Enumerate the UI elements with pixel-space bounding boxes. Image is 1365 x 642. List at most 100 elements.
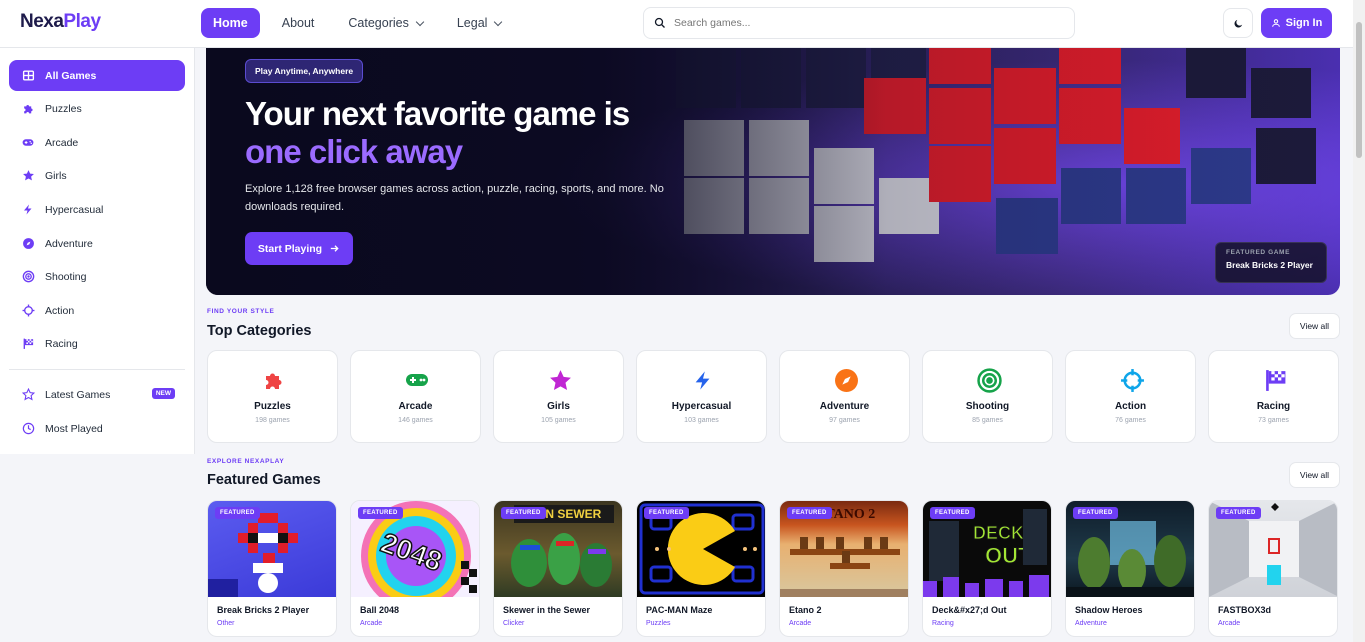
gamepad-icon	[404, 367, 430, 393]
category-card-puzzles[interactable]: Puzzles 198 games	[207, 350, 338, 443]
game-card[interactable]: ER IN SEWER FEATURED Skewer in the Sewer…	[493, 500, 623, 637]
compass-icon	[21, 237, 35, 251]
sidebar-item-latest-games[interactable]: Latest Games NEW	[9, 379, 185, 410]
game-thumbnail: FEATURED	[208, 501, 336, 597]
page-scrollbar[interactable]	[1353, 0, 1365, 642]
game-name: FASTBOX3d	[1218, 605, 1272, 615]
game-card[interactable]: FEATURED FASTBOX3d Arcade	[1208, 500, 1338, 637]
game-card[interactable]: 2048 FEATURED Ball 2048 Arcade	[350, 500, 480, 637]
category-name: Arcade	[398, 401, 433, 412]
puzzle-icon	[21, 102, 35, 116]
game-category[interactable]: Other	[217, 620, 235, 627]
sign-in-button[interactable]: Sign In	[1261, 8, 1332, 38]
crosshair-icon	[21, 304, 35, 318]
start-playing-label: Start Playing	[257, 242, 323, 255]
featured-tag: FEATURED	[1216, 507, 1261, 519]
game-category[interactable]: Clicker	[503, 620, 524, 627]
sidebar-item-action[interactable]: Action	[9, 295, 185, 326]
game-name: PAC-MAN Maze	[646, 605, 713, 615]
category-count: 85 games	[972, 417, 1003, 424]
sidebar-item-most-played[interactable]: Most Played	[9, 413, 185, 444]
game-category[interactable]: Adventure	[1075, 620, 1107, 627]
sidebar-item-label: Arcade	[45, 136, 79, 149]
star-icon	[547, 367, 573, 393]
category-card-hypercasual[interactable]: Hypercasual 103 games	[636, 350, 767, 443]
game-thumbnail: FEATURED	[637, 501, 765, 597]
star-icon	[21, 169, 35, 183]
category-count: 198 games	[255, 417, 290, 424]
category-name: Action	[1114, 401, 1147, 412]
category-count: 103 games	[684, 417, 719, 424]
game-category[interactable]: Arcade	[1218, 620, 1240, 627]
sidebar-item-racing[interactable]: Racing	[9, 328, 185, 359]
category-card-racing[interactable]: Racing 73 games	[1208, 350, 1339, 443]
top-header: NexaPlay Home About Categories Legal Sig…	[0, 0, 1365, 48]
nav-legal[interactable]: Legal	[445, 8, 514, 38]
search-box[interactable]	[643, 7, 1075, 39]
sidebar-item-label: Racing	[45, 337, 78, 350]
sidebar-item-label: Most Played	[45, 422, 103, 435]
game-thumbnail: 2048 FEATURED	[351, 501, 479, 597]
category-card-adventure[interactable]: Adventure 97 games	[779, 350, 910, 443]
game-category[interactable]: Arcade	[360, 620, 382, 627]
chevron-down-icon	[415, 17, 425, 26]
sidebar-item-girls[interactable]: Girls	[9, 160, 185, 191]
target-icon	[21, 270, 35, 284]
sidebar-item-hypercasual[interactable]: Hypercasual	[9, 194, 185, 225]
game-thumbnail: FEATURED	[1209, 501, 1337, 597]
game-card[interactable]: FEATURED Shadow Heroes Adventure	[1065, 500, 1195, 637]
nav-categories-label: Categories	[348, 16, 409, 30]
hero-banner: Play Anytime, Anywhere Your next favorit…	[206, 48, 1340, 295]
scrollbar-thumb[interactable]	[1356, 22, 1362, 158]
sidebar-item-label: All Games	[45, 69, 97, 82]
compass-icon	[833, 367, 859, 393]
featured-eyebrow: EXPLORE NEXAPLAY	[207, 458, 285, 465]
sidebar-item-label: Puzzles	[45, 102, 82, 115]
user-icon	[1271, 19, 1280, 27]
game-card[interactable]: DECK'D OUT FEATURED Deck&#x27;d Out Raci…	[922, 500, 1052, 637]
game-name: Etano 2	[789, 605, 822, 615]
category-card-girls[interactable]: Girls 105 games	[493, 350, 624, 443]
sidebar-item-label: Adventure	[45, 237, 93, 250]
game-thumbnail: ETANO 2 FEATURED	[780, 501, 908, 597]
category-name: Adventure	[819, 401, 870, 412]
categories-eyebrow: FIND YOUR STYLE	[207, 308, 275, 315]
search-icon	[654, 17, 665, 28]
theme-toggle-button[interactable]	[1223, 8, 1253, 38]
game-card[interactable]: FEATURED Break Bricks 2 Player Other	[207, 500, 337, 637]
category-count: 146 games	[398, 417, 433, 424]
grid-icon	[21, 69, 35, 83]
start-playing-button[interactable]: Start Playing	[245, 232, 353, 265]
featured-game-label: FEATURED GAME	[1226, 249, 1291, 256]
category-card-action[interactable]: Action 76 games	[1065, 350, 1196, 443]
nav-categories[interactable]: Categories	[336, 8, 434, 38]
brand-logo-part1: Nexa	[20, 11, 64, 32]
sidebar-item-label: Shooting	[45, 270, 87, 283]
star-outline-icon	[21, 388, 35, 402]
bolt-icon	[690, 367, 716, 393]
flag-icon	[1262, 367, 1288, 393]
nav-about[interactable]: About	[270, 8, 327, 38]
featured-tag: FEATURED	[644, 507, 689, 519]
categories-view-all-button[interactable]: View all	[1289, 313, 1340, 339]
hero-tagline-pill: Play Anytime, Anywhere	[245, 59, 364, 83]
game-category[interactable]: Puzzles	[646, 620, 671, 627]
sidebar-item-arcade[interactable]: Arcade	[9, 127, 185, 158]
category-card-shooting[interactable]: Shooting 85 games	[922, 350, 1053, 443]
category-count: 73 games	[1258, 417, 1289, 424]
search-input[interactable]	[674, 17, 1054, 29]
sidebar-item-all-games[interactable]: All Games	[9, 60, 185, 91]
featured-game-card[interactable]: FEATURED GAME Break Bricks 2 Player	[1215, 242, 1327, 283]
game-category[interactable]: Racing	[932, 620, 954, 627]
sidebar-item-puzzles[interactable]: Puzzles	[9, 93, 185, 124]
sidebar-item-shooting[interactable]: Shooting	[9, 261, 185, 292]
game-card[interactable]: ETANO 2 FEATURED Etano 2 Arcade	[779, 500, 909, 637]
sidebar-item-adventure[interactable]: Adventure	[9, 228, 185, 259]
category-card-arcade[interactable]: Arcade 146 games	[350, 350, 481, 443]
moon-icon	[1234, 19, 1242, 27]
brand-logo[interactable]: NexaPlay	[20, 11, 101, 33]
featured-view-all-button[interactable]: View all	[1289, 462, 1340, 488]
game-category[interactable]: Arcade	[789, 620, 811, 627]
nav-home[interactable]: Home	[201, 8, 260, 38]
game-card[interactable]: FEATURED PAC-MAN Maze Puzzles	[636, 500, 766, 637]
